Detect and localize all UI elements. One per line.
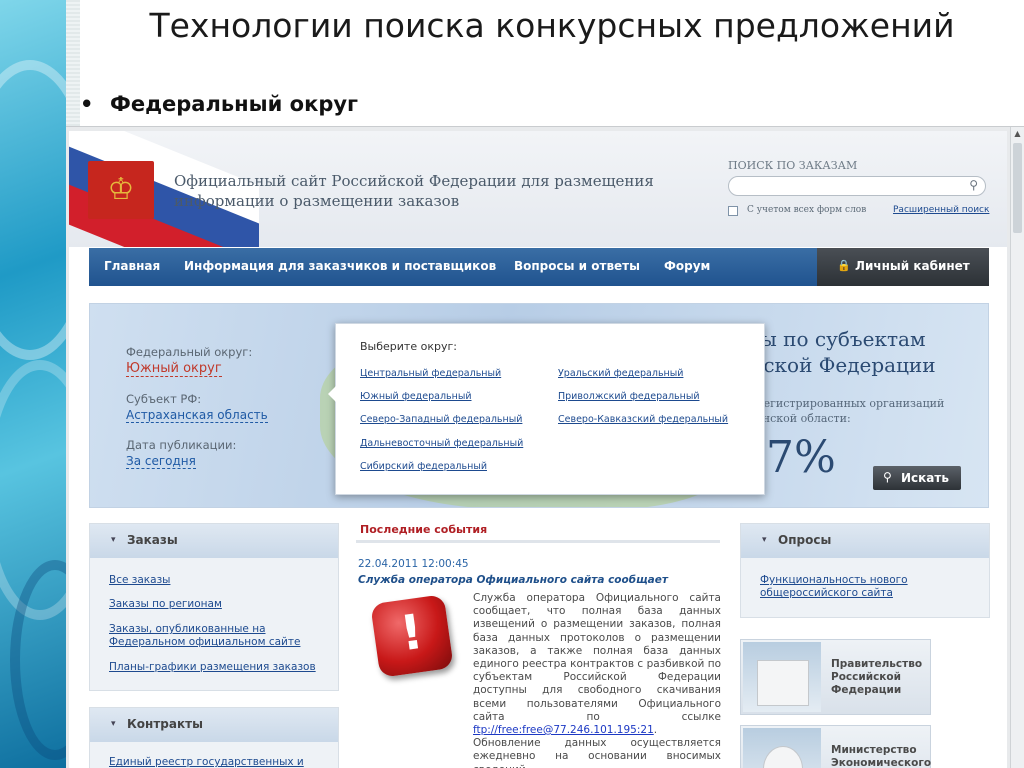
event-headline[interactable]: Служба оператора Официального сайта сооб… — [358, 574, 668, 586]
ministry-banner-text: Министерство Экономического — [831, 744, 931, 768]
orders-panel-title: Заказы — [127, 533, 178, 547]
slide-title: Технологии поиска конкурсных предложений — [149, 6, 955, 45]
government-banner[interactable]: Правительство Российской Федерации — [740, 639, 931, 715]
bullet-dot: • — [80, 92, 94, 116]
district-option[interactable]: Центральный федеральный — [360, 368, 501, 379]
date-label: Дата публикации: — [126, 438, 237, 452]
emblem-glyph: ♔ — [107, 172, 135, 207]
ftp-link[interactable]: ftp://free:free@77.246.101.195:21 — [473, 724, 654, 736]
event-body: Служба оператора Официального сайта сооб… — [473, 592, 721, 768]
site-page: ♔ Официальный сайт Российской Федерации … — [69, 131, 1007, 768]
district-option[interactable]: Приволжский федеральный — [558, 391, 700, 402]
advanced-search-link[interactable]: Расширенный поиск — [893, 205, 989, 215]
personal-cabinet-label: Личный кабинет — [855, 259, 970, 273]
link-all-orders[interactable]: Все заказы — [109, 574, 170, 587]
district-selector[interactable]: Южный округ — [126, 361, 222, 377]
site-title: Официальный сайт Российской Федерации дл… — [174, 171, 694, 211]
banner-percent: 7% — [766, 432, 836, 483]
government-building-image — [743, 642, 821, 712]
promo-line: Экономического — [831, 757, 932, 768]
polls-panel: ▾ Опросы Функциональность нового общерос… — [740, 523, 990, 618]
date-selector[interactable]: За сегодня — [126, 454, 196, 469]
ministry-banner[interactable]: Министерство Экономического — [740, 725, 931, 768]
main-nav: Главная Информация для заказчиков и пост… — [89, 248, 989, 286]
banner-subtitle-line2: ханской области: — [750, 412, 851, 425]
subject-selector[interactable]: Астраханская область — [126, 408, 268, 423]
personal-cabinet-button[interactable]: 🔒 Личный кабинет — [817, 248, 989, 286]
banner-title-line2: йской Федерации — [750, 353, 936, 377]
nav-item-faq[interactable]: Вопросы и ответы — [514, 259, 640, 273]
banner-search-button[interactable]: ⚲ Искать — [873, 466, 961, 490]
popup-title: Выберите округ: — [360, 340, 457, 353]
word-forms-checkbox[interactable] — [728, 206, 738, 216]
orders-panel: ▾ Заказы Все заказы Заказы по регионам З… — [89, 523, 339, 691]
slide-bullet: • Федеральный округ — [80, 92, 358, 116]
banner-subtitle: арегистрированных организаций ханской об… — [750, 396, 944, 426]
link-federal-orders-line2[interactable]: Федеральном официальном сайте — [109, 636, 300, 649]
district-option[interactable]: Уральский федеральный — [558, 368, 683, 379]
events-title: Последние события — [360, 523, 488, 536]
banner-title-line1: зы по субъектам — [750, 327, 926, 351]
chevron-down-icon: ▾ — [111, 535, 116, 545]
link-federal-orders[interactable]: Заказы, опубликованные на — [109, 623, 266, 636]
poll-link-line2[interactable]: общероссийского сайта — [760, 587, 893, 600]
contracts-panel-title: Контракты — [127, 717, 203, 731]
website-screenshot: ▲ ♔ Официальный сайт Российской Федераци… — [66, 126, 1024, 768]
government-banner-text: Правительство Российской Федерации — [831, 658, 922, 697]
promo-line: Федерации — [831, 684, 902, 696]
orders-panel-header[interactable]: ▾ Заказы — [90, 524, 338, 558]
subject-label: Субъект РФ: — [126, 392, 202, 406]
search-icon: ⚲ — [883, 470, 892, 484]
link-contract-registry[interactable]: Единый реестр государственных и — [109, 756, 304, 768]
bullet-text: Федеральный округ — [110, 92, 359, 116]
slide-decoration — [0, 0, 66, 768]
site-title-line1: Официальный сайт Российской Федерации дл… — [174, 172, 654, 190]
link-order-schedules[interactable]: Планы-графики размещения заказов — [109, 661, 316, 674]
district-option[interactable]: Сибирский федеральный — [360, 461, 487, 472]
nav-item-home[interactable]: Главная — [104, 259, 160, 273]
district-option[interactable]: Южный федеральный — [360, 391, 472, 402]
nav-item-info[interactable]: Информация для заказчиков и поставщиков — [184, 259, 496, 273]
promo-line: Правительство — [831, 658, 923, 670]
ministry-emblem-image — [743, 728, 821, 768]
chevron-down-icon: ▾ — [762, 535, 767, 545]
scroll-up-arrow-icon[interactable]: ▲ — [1013, 129, 1022, 139]
contracts-panel-header[interactable]: ▾ Контракты — [90, 708, 338, 742]
search-caption: ПОИСК ПО ЗАКАЗАМ — [728, 159, 858, 172]
alert-icon: ! — [370, 594, 454, 678]
events-divider — [356, 540, 720, 543]
scrollbar-thumb[interactable] — [1013, 143, 1022, 233]
word-forms-label: С учетом всех форм слов — [747, 205, 867, 215]
search-icon[interactable]: ⚲ — [969, 178, 978, 192]
site-title-line2: информации о размещении заказов — [174, 192, 460, 210]
chevron-down-icon: ▾ — [111, 719, 116, 729]
site-header: ♔ Официальный сайт Российской Федерации … — [69, 131, 1007, 247]
polls-panel-header[interactable]: ▾ Опросы — [741, 524, 989, 558]
banner-subtitle-line1: арегистрированных организаций — [750, 397, 945, 410]
scrollbar[interactable]: ▲ — [1010, 127, 1024, 768]
lock-icon: 🔒 — [837, 259, 851, 272]
coat-of-arms-icon[interactable]: ♔ — [88, 161, 154, 219]
promo-line: Российской — [831, 671, 901, 683]
event-body-text: Служба оператора Официального сайта сооб… — [473, 592, 721, 723]
event-date: 22.04.2011 12:00:45 — [358, 558, 469, 570]
polls-panel-title: Опросы — [778, 533, 832, 547]
link-orders-by-region[interactable]: Заказы по регионам — [109, 598, 222, 611]
popup-pointer — [328, 386, 336, 402]
banner-search-label: Искать — [901, 471, 949, 485]
poll-link[interactable]: Функциональность нового — [760, 574, 908, 587]
district-popup: Выберите округ: Центральный федеральный … — [328, 323, 765, 495]
nav-item-forum[interactable]: Форум — [664, 259, 710, 273]
alert-glyph: ! — [396, 603, 427, 663]
district-option[interactable]: Северо-Западный федеральный — [360, 414, 522, 425]
banner-title: зы по субъектам йской Федерации — [750, 326, 936, 378]
district-option[interactable]: Северо-Кавказский федеральный — [558, 414, 728, 425]
district-option[interactable]: Дальневосточный федеральный — [360, 438, 523, 449]
search-input[interactable]: ⚲ — [728, 176, 986, 196]
promo-line: Министерство — [831, 744, 917, 756]
district-label: Федеральный округ: — [126, 345, 253, 359]
contracts-panel: ▾ Контракты Единый реестр государственны… — [89, 707, 339, 768]
